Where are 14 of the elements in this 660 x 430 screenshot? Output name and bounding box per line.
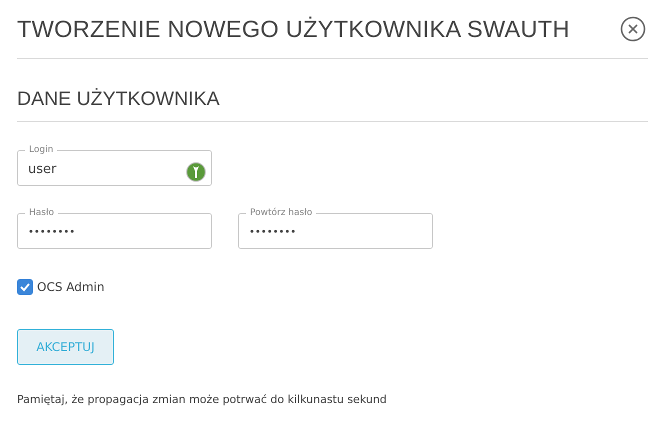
section-title: DANE UŻYTKOWNIKA xyxy=(17,87,221,111)
badge-icon xyxy=(186,162,206,182)
password-field[interactable]: Powtórz hasło •••••••• xyxy=(238,207,433,249)
login-field[interactable]: Login user xyxy=(17,144,212,186)
info-note: Pamiętaj, że propagacja zmian może potrwać do kilkunastu sekund xyxy=(17,393,388,406)
close-icon[interactable] xyxy=(620,16,646,42)
check-icon xyxy=(19,281,31,293)
dialog-title: TWORZENIE NOWEGO UŻYTKOWNIKA SWAUTH xyxy=(17,16,570,42)
checkbox[interactable] xyxy=(17,279,33,295)
password-field[interactable]: Hasło •••••••• xyxy=(17,207,212,249)
checkbox-label: OCS Admin xyxy=(37,280,104,294)
field-label: Powtórz hasło xyxy=(249,207,314,219)
field-label: Login xyxy=(28,144,54,156)
field-label: Hasło xyxy=(28,207,56,219)
